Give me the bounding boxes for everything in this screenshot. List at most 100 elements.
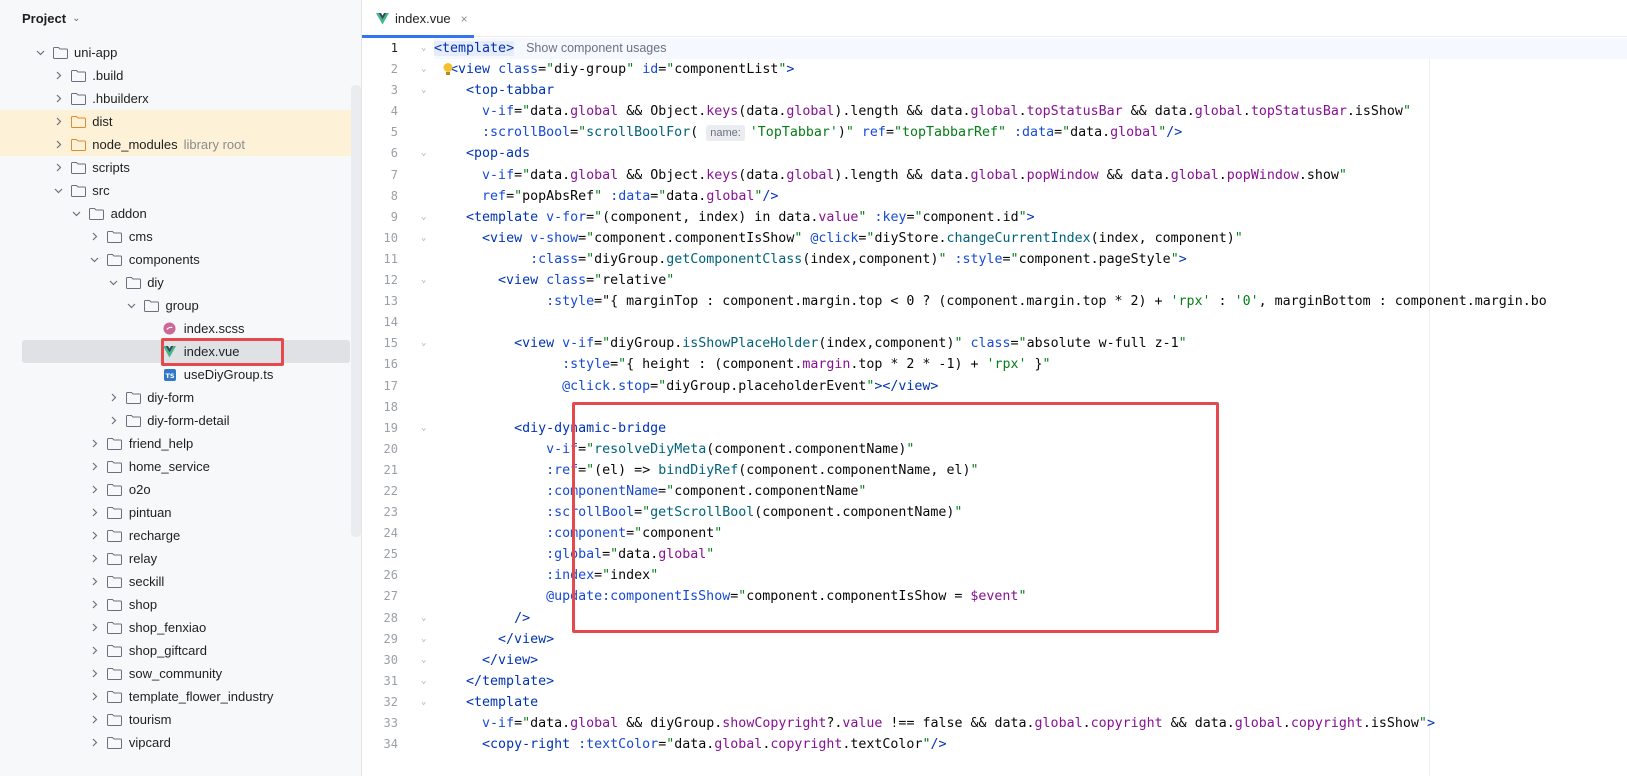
tree-item-diy[interactable]: diy bbox=[0, 271, 361, 294]
chevron-down-icon[interactable] bbox=[126, 301, 138, 310]
gutter-line[interactable]: 14 bbox=[362, 312, 434, 333]
gutter-line[interactable]: 30 ⌄ bbox=[362, 650, 434, 671]
line-number-gutter[interactable]: 1 ⌄ 2 ⌄ 3 ⌄ 4 5 6 ⌄ 7 8 9 ⌄ 10 ⌄ 11 12 ⌄ 13 14 15 ⌄ 16 17 18 19 ⌄ 20… bbox=[362, 38, 434, 755]
gutter-line[interactable]: 16 bbox=[362, 354, 434, 375]
fold-icon[interactable]: ⌄ bbox=[421, 333, 426, 354]
tree-item-cms[interactable]: cms bbox=[0, 225, 361, 248]
fold-icon[interactable]: ⌄ bbox=[421, 143, 426, 164]
fold-icon[interactable]: ⌄ bbox=[421, 80, 426, 101]
project-panel-header[interactable]: Project ⌄ bbox=[0, 0, 361, 36]
tree-item-diy-form-detail[interactable]: diy-form-detail bbox=[0, 409, 361, 432]
gutter-line[interactable]: 3 ⌄ bbox=[362, 80, 434, 101]
gutter-line[interactable]: 19 ⌄ bbox=[362, 418, 434, 439]
fold-icon[interactable]: ⌄ bbox=[421, 692, 426, 713]
code-line[interactable]: <view class="diy-group" id="componentLis… bbox=[434, 59, 1627, 80]
chevron-right-icon[interactable] bbox=[89, 623, 101, 632]
tree-item-tourism[interactable]: tourism bbox=[0, 708, 361, 731]
gutter-line[interactable]: 17 bbox=[362, 376, 434, 397]
gutter-line[interactable]: 24 bbox=[362, 523, 434, 544]
chevron-right-icon[interactable] bbox=[89, 508, 101, 517]
chevron-down-icon[interactable] bbox=[89, 255, 101, 264]
gutter-line[interactable]: 1 ⌄ bbox=[362, 38, 434, 59]
tree-item-shop-giftcard[interactable]: shop_giftcard bbox=[0, 639, 361, 662]
fold-icon[interactable]: ⌄ bbox=[421, 671, 426, 692]
fold-icon[interactable]: ⌄ bbox=[421, 228, 426, 249]
gutter-line[interactable]: 5 bbox=[362, 122, 434, 143]
fold-icon[interactable]: ⌄ bbox=[421, 418, 426, 439]
tree-item-recharge[interactable]: recharge bbox=[0, 524, 361, 547]
code-content[interactable]: <template> Show component usages <view cl… bbox=[434, 38, 1627, 755]
tree-item-addon[interactable]: addon bbox=[0, 202, 361, 225]
gutter-line[interactable]: 4 bbox=[362, 101, 434, 122]
tree-item-uni-app[interactable]: uni-app bbox=[0, 41, 361, 64]
chevron-right-icon[interactable] bbox=[89, 669, 101, 678]
code-line[interactable]: :class="diyGroup.getComponentClass(index… bbox=[434, 249, 1627, 270]
gutter-line[interactable]: 12 ⌄ bbox=[362, 270, 434, 291]
tree-item-seckill[interactable]: seckill bbox=[0, 570, 361, 593]
chevron-right-icon[interactable] bbox=[107, 416, 119, 425]
gutter-line[interactable]: 27 bbox=[362, 586, 434, 607]
code-line[interactable]: v-if="data.global && Object.keys(data.gl… bbox=[434, 165, 1627, 186]
tree-item-diy-form[interactable]: diy-form bbox=[0, 386, 361, 409]
chevron-right-icon[interactable] bbox=[52, 94, 64, 103]
fold-icon[interactable]: ⌄ bbox=[421, 59, 426, 80]
gutter-line[interactable]: 21 bbox=[362, 460, 434, 481]
gutter-line[interactable]: 2 ⌄ bbox=[362, 59, 434, 80]
gutter-line[interactable]: 7 bbox=[362, 165, 434, 186]
tree-item-shop[interactable]: shop bbox=[0, 593, 361, 616]
chevron-right-icon[interactable] bbox=[89, 738, 101, 747]
code-line[interactable]: <copy-right :textColor="data.global.copy… bbox=[434, 734, 1627, 755]
gutter-line[interactable]: 31 ⌄ bbox=[362, 671, 434, 692]
gutter-line[interactable]: 8 bbox=[362, 186, 434, 207]
fold-icon[interactable]: ⌄ bbox=[421, 207, 426, 228]
tab-index-vue[interactable]: index.vue × bbox=[362, 0, 474, 38]
tree-item-build[interactable]: .build bbox=[0, 64, 361, 87]
code-line[interactable]: :style="{ marginTop : component.margin.t… bbox=[434, 291, 1627, 312]
gutter-line[interactable]: 6 ⌄ bbox=[362, 143, 434, 164]
gutter-line[interactable]: 10 ⌄ bbox=[362, 228, 434, 249]
gutter-line[interactable]: 34 bbox=[362, 734, 434, 755]
chevron-down-icon[interactable] bbox=[107, 278, 119, 287]
chevron-right-icon[interactable] bbox=[89, 232, 101, 241]
tree-item-dist[interactable]: dist bbox=[0, 110, 361, 133]
tree-item-shop-fenxiao[interactable]: shop_fenxiao bbox=[0, 616, 361, 639]
chevron-down-icon[interactable] bbox=[71, 209, 83, 218]
tree-item-node-modules[interactable]: node_modules library root bbox=[0, 133, 361, 156]
fold-icon[interactable]: ⌄ bbox=[421, 650, 426, 671]
chevron-down-icon[interactable] bbox=[34, 48, 46, 57]
chevron-right-icon[interactable] bbox=[89, 692, 101, 701]
gutter-line[interactable]: 22 bbox=[362, 481, 434, 502]
gutter-line[interactable]: 32 ⌄ bbox=[362, 692, 434, 713]
tree-item-friend-help[interactable]: friend_help bbox=[0, 432, 361, 455]
fold-icon[interactable]: ⌄ bbox=[421, 608, 426, 629]
gutter-line[interactable]: 28 ⌄ bbox=[362, 608, 434, 629]
show-component-usages-hint[interactable]: Show component usages bbox=[526, 41, 666, 55]
chevron-right-icon[interactable] bbox=[89, 439, 101, 448]
tree-item-usediygroup-ts[interactable]: TS useDiyGroup.ts bbox=[0, 363, 361, 386]
tree-item-template-flower-industry[interactable]: template_flower_industry bbox=[0, 685, 361, 708]
chevron-right-icon[interactable] bbox=[89, 646, 101, 655]
chevron-down-icon[interactable] bbox=[52, 186, 64, 195]
code-line[interactable]: :style="{ height : (component.margin.top… bbox=[434, 354, 1627, 375]
chevron-right-icon[interactable] bbox=[52, 117, 64, 126]
tree-item-vipcard[interactable]: vipcard bbox=[0, 731, 361, 754]
tree-item-relay[interactable]: relay bbox=[0, 547, 361, 570]
chevron-right-icon[interactable] bbox=[52, 71, 64, 80]
tree-item-index-scss[interactable]: index.scss bbox=[0, 317, 361, 340]
tree-scrollbar[interactable] bbox=[351, 85, 361, 537]
gutter-line[interactable]: 20 bbox=[362, 439, 434, 460]
tree-item-scripts[interactable]: scripts bbox=[0, 156, 361, 179]
chevron-right-icon[interactable] bbox=[89, 715, 101, 724]
tree-item-components[interactable]: components bbox=[0, 248, 361, 271]
gutter-line[interactable]: 15 ⌄ bbox=[362, 333, 434, 354]
gutter-line[interactable]: 18 bbox=[362, 397, 434, 418]
chevron-right-icon[interactable] bbox=[89, 485, 101, 494]
code-line[interactable]: :scrollBool="scrollBoolFor( name: 'TopTab… bbox=[434, 122, 1627, 143]
chevron-right-icon[interactable] bbox=[52, 163, 64, 172]
code-line[interactable]: <view class="relative" bbox=[434, 270, 1627, 291]
chevron-right-icon[interactable] bbox=[89, 531, 101, 540]
chevron-right-icon[interactable] bbox=[89, 554, 101, 563]
code-line[interactable]: ref="popAbsRef" :data="data.global"/> bbox=[434, 186, 1627, 207]
chevron-right-icon[interactable] bbox=[89, 600, 101, 609]
chevron-down-icon[interactable]: ⌄ bbox=[72, 13, 80, 24]
